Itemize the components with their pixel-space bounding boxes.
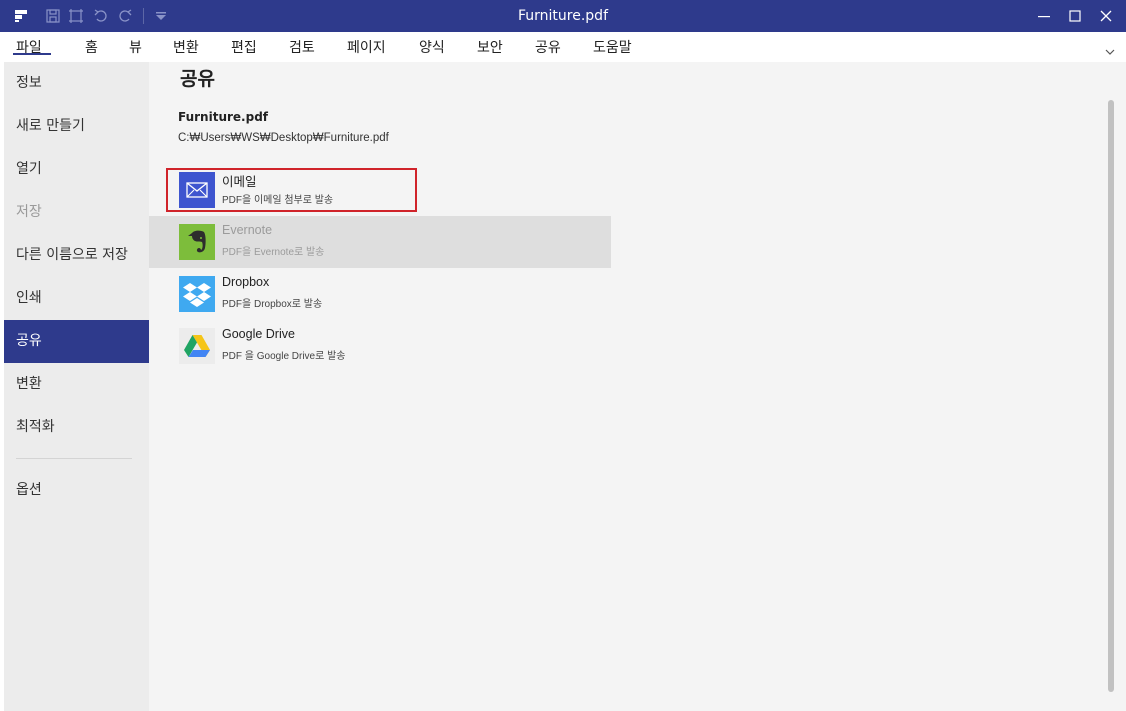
sidebar-item-save-as[interactable]: 다른 이름으로 저장: [4, 234, 149, 277]
sidebar-item-options[interactable]: 옵션: [4, 469, 149, 512]
evernote-icon: [179, 224, 215, 260]
tab-edit[interactable]: 편집: [231, 37, 257, 57]
tab-convert[interactable]: 변환: [173, 37, 199, 57]
sidebar-item-optimize[interactable]: 최적화: [4, 406, 149, 449]
sidebar-item-convert[interactable]: 변환: [4, 363, 149, 406]
tab-page[interactable]: 페이지: [347, 37, 386, 57]
active-tab-indicator: [13, 53, 51, 55]
minimize-button[interactable]: [1028, 0, 1060, 32]
email-highlight-box: [166, 168, 417, 212]
page-title: 공유: [180, 68, 215, 90]
close-button[interactable]: [1090, 0, 1122, 32]
window-title: Furniture.pdf: [517, 8, 608, 24]
tab-home[interactable]: 홈: [85, 37, 98, 57]
sidebar-item-open[interactable]: 열기: [4, 148, 149, 191]
tab-help[interactable]: 도움말: [593, 37, 632, 57]
share-option-name: Google Drive: [222, 327, 295, 341]
file-name: Furniture.pdf: [178, 110, 269, 124]
share-option-evernote[interactable]: Evernote PDF을 Evernote로 발송: [149, 216, 611, 268]
share-option-dropbox[interactable]: Dropbox PDF을 Dropbox로 발송: [149, 268, 611, 320]
file-path: C:₩Users₩WS₩Desktop₩Furniture.pdf: [178, 132, 389, 144]
share-option-desc: PDF 을 Google Drive로 발송: [222, 351, 346, 362]
tab-form[interactable]: 양식: [419, 37, 445, 57]
sidebar-item-save: 저장: [16, 204, 42, 220]
tab-share[interactable]: 공유: [535, 37, 561, 57]
google-drive-icon: [179, 328, 215, 364]
share-option-name: Evernote: [222, 223, 273, 237]
share-option-desc: PDF을 Evernote로 발송: [222, 247, 325, 258]
sidebar-item-share[interactable]: 공유: [4, 320, 149, 363]
sidebar-item-print[interactable]: 인쇄: [4, 277, 149, 320]
backstage-sidebar: 정보 새로 만들기 열기 저장 다른 이름으로 저장 인쇄 공유 변환 최적화 …: [4, 62, 149, 711]
menu-bar: 파일 홈 뷰 변환 편집 검토 페이지 양식 보안 공유 도움말: [0, 32, 1126, 62]
vertical-scrollbar[interactable]: [1108, 100, 1114, 692]
tab-security[interactable]: 보안: [477, 37, 503, 57]
tab-view[interactable]: 뷰: [129, 37, 142, 57]
share-option-name: Dropbox: [222, 275, 270, 289]
sidebar-item-info[interactable]: 정보: [4, 62, 149, 105]
sidebar-divider: [16, 458, 132, 459]
chevron-down-icon[interactable]: [1102, 44, 1118, 60]
share-panel: 공유 Furniture.pdf C:₩Users₩WS₩Desktop₩Fur…: [149, 62, 1126, 711]
sidebar-item-new[interactable]: 새로 만들기: [4, 105, 149, 148]
maximize-button[interactable]: [1059, 0, 1091, 32]
tab-review[interactable]: 검토: [289, 37, 315, 57]
share-option-google-drive[interactable]: Google Drive PDF 을 Google Drive로 발송: [149, 320, 611, 372]
title-bar: Furniture.pdf: [0, 0, 1126, 32]
share-option-desc: PDF을 Dropbox로 발송: [222, 299, 323, 310]
dropbox-icon: [179, 276, 215, 312]
